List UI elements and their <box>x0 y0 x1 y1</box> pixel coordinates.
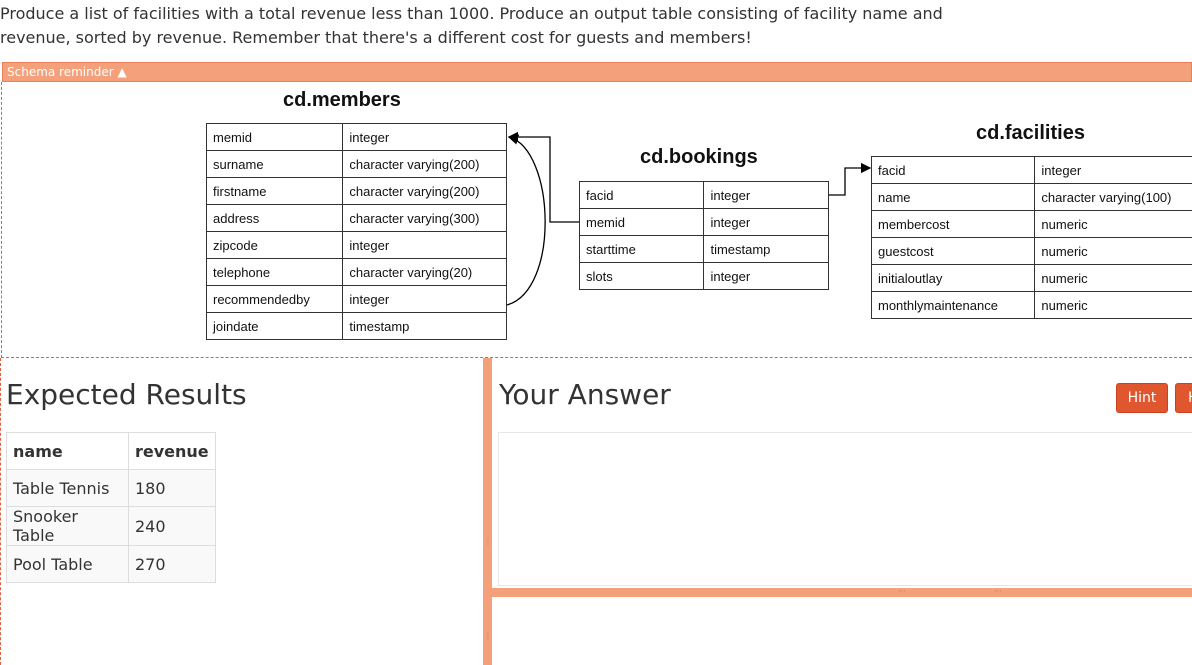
column-name: guestcost <box>870 237 1036 265</box>
grip-dots-icon: ··· <box>994 587 1002 596</box>
table-row: initialoutlay numeric <box>870 264 1192 292</box>
table-row: recommendedby integer <box>205 285 507 313</box>
your-answer-title: Your Answer <box>499 378 671 411</box>
column-type: character varying(20) <box>342 258 507 286</box>
grip-dots-icon: ⋮ <box>484 631 492 640</box>
table-row: guestcost numeric <box>870 237 1192 265</box>
secondary-button[interactable]: H <box>1175 383 1192 413</box>
table-row: Pool Table 270 <box>6 545 216 583</box>
question-line-2: revenue, sorted by revenue. Remember tha… <box>0 28 752 47</box>
column-name: joindate <box>205 312 344 340</box>
column-name: zipcode <box>205 231 344 259</box>
grip-dots-icon: ⋮ <box>484 537 492 546</box>
column-type: character varying(300) <box>342 204 507 232</box>
column-type: numeric <box>1034 264 1192 292</box>
column-name: telephone <box>205 258 344 286</box>
column-type: numeric <box>1034 237 1192 265</box>
table-row: address character varying(300) <box>205 204 507 232</box>
table-row: facid integer <box>578 181 829 209</box>
facilities-table: facid integer name character varying(100) … <box>870 156 1192 319</box>
cell-revenue: 180 <box>128 469 216 507</box>
table-row: monthlymaintenance numeric <box>870 291 1192 319</box>
table-header-row: name revenue <box>6 432 216 470</box>
column-type: numeric <box>1034 291 1192 319</box>
table-row: firstname character varying(200) <box>205 177 507 205</box>
bookings-table-title: cd.bookings <box>640 146 758 168</box>
vertical-splitter-handle[interactable]: ⋮ ⋮ <box>483 358 492 665</box>
column-name: monthlymaintenance <box>870 291 1036 319</box>
cell-revenue: 270 <box>128 545 216 583</box>
column-name: starttime <box>578 235 705 263</box>
members-table: memid integer surname character varying(20… <box>205 123 507 340</box>
column-type: integer <box>1034 156 1192 184</box>
column-type: numeric <box>1034 210 1192 238</box>
column-name: facid <box>870 156 1036 184</box>
column-name: address <box>205 204 344 232</box>
column-name: facid <box>578 181 705 209</box>
column-name: memid <box>205 123 344 151</box>
table-row: name character varying(100) <box>870 183 1192 211</box>
table-row: facid integer <box>870 156 1192 184</box>
table-row: memid integer <box>578 208 829 236</box>
table-row: starttime timestamp <box>578 235 829 263</box>
table-row: memid integer <box>205 123 507 151</box>
table-row: membercost numeric <box>870 210 1192 238</box>
column-name: firstname <box>205 177 344 205</box>
cell-name: Snooker Table <box>6 506 129 546</box>
column-type: integer <box>703 262 829 290</box>
question-line-1: Produce a list of facilities with a tota… <box>0 4 943 23</box>
table-row: joindate timestamp <box>205 312 507 340</box>
table-row: surname character varying(200) <box>205 150 507 178</box>
column-header-revenue: revenue <box>128 432 216 470</box>
members-table-title: cd.members <box>283 89 401 111</box>
column-header-name: name <box>6 432 129 470</box>
column-type: integer <box>703 181 829 209</box>
table-row: Table Tennis 180 <box>6 469 216 507</box>
cell-name: Pool Table <box>6 545 129 583</box>
table-row: telephone character varying(20) <box>205 258 507 286</box>
horizontal-splitter-handle[interactable]: ··· ··· <box>492 588 1192 597</box>
bookings-table: facid integer memid integer starttime times… <box>578 181 829 290</box>
column-name: surname <box>205 150 344 178</box>
cell-name: Table Tennis <box>6 469 129 507</box>
column-type: integer <box>342 231 507 259</box>
column-name: initialoutlay <box>870 264 1036 292</box>
column-name: slots <box>578 262 705 290</box>
expected-results-title: Expected Results <box>6 378 247 411</box>
column-type: integer <box>342 285 507 313</box>
column-type: character varying(100) <box>1034 183 1192 211</box>
column-type: integer <box>703 208 829 236</box>
schema-reminder-label: Schema reminder ▲ <box>7 65 127 79</box>
column-type: character varying(200) <box>342 150 507 178</box>
cell-revenue: 240 <box>128 506 216 546</box>
column-name: memid <box>578 208 705 236</box>
column-type: timestamp <box>703 235 829 263</box>
column-name: membercost <box>870 210 1036 238</box>
column-name: recommendedby <box>205 285 344 313</box>
table-row: Snooker Table 240 <box>6 506 216 546</box>
schema-reminder-toggle[interactable]: Schema reminder ▲ <box>2 62 1192 82</box>
grip-dots-icon: ··· <box>898 587 906 596</box>
expected-results-table: name revenue Table Tennis 180 Snooker Tab… <box>6 432 216 583</box>
column-type: timestamp <box>342 312 507 340</box>
column-name: name <box>870 183 1036 211</box>
column-type: character varying(200) <box>342 177 507 205</box>
table-row: slots integer <box>578 262 829 290</box>
question-text: Produce a list of facilities with a tota… <box>0 2 1000 50</box>
column-type: integer <box>342 123 507 151</box>
sql-answer-editor[interactable] <box>498 432 1192 586</box>
facilities-table-title: cd.facilities <box>976 122 1085 144</box>
hint-button[interactable]: Hint <box>1116 383 1168 413</box>
table-row: zipcode integer <box>205 231 507 259</box>
